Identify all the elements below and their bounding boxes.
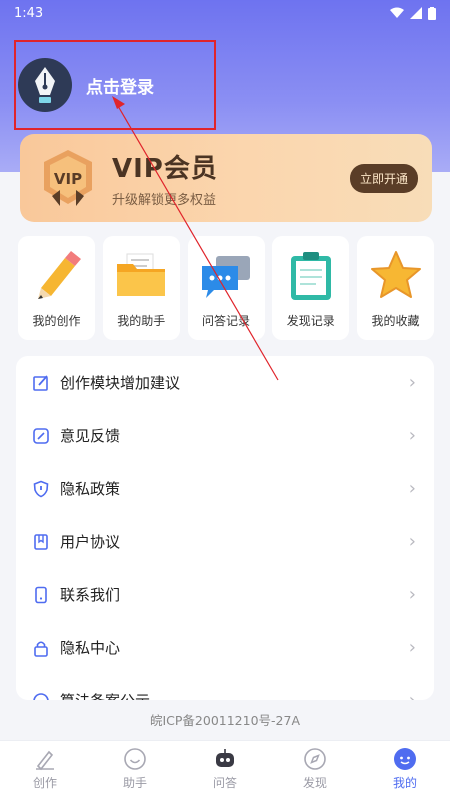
- quick-item-my-creations[interactable]: 我的创作: [18, 236, 95, 340]
- quick-item-my-favorites[interactable]: 我的收藏: [357, 236, 434, 340]
- menu-label: 用户协议: [60, 533, 121, 551]
- tab-label: 助手: [122, 776, 147, 790]
- menu-item-contact-us[interactable]: 联系我们 ›: [16, 568, 434, 621]
- menu-label: 意见反馈: [60, 427, 121, 445]
- tab-assistant[interactable]: 助手: [90, 741, 180, 800]
- tab-create[interactable]: 创作: [0, 741, 90, 800]
- vip-subtitle: 升级解锁更多权益: [112, 193, 217, 208]
- quick-item-discover-records[interactable]: 发现记录: [272, 236, 350, 340]
- vip-badge-icon: VIP: [44, 150, 92, 206]
- tab-discover[interactable]: 发现: [270, 741, 360, 800]
- chevron-right-icon: ›: [409, 690, 416, 700]
- tab-mine[interactable]: 我的: [360, 741, 450, 800]
- compass-icon: [304, 748, 326, 770]
- quick-label: 我的创作: [32, 314, 81, 328]
- menu-label: 隐私政策: [60, 480, 121, 498]
- menu-item-privacy-policy[interactable]: 隐私政策 ›: [16, 462, 434, 515]
- menu-item-user-agreement[interactable]: 用户协议 ›: [16, 515, 434, 568]
- chevron-right-icon: ›: [408, 584, 416, 605]
- lock-icon: [34, 640, 48, 657]
- wifi-icon: [390, 7, 404, 18]
- edit-icon: [33, 374, 48, 391]
- menu-label: 联系我们: [60, 586, 121, 604]
- avatar[interactable]: [18, 58, 72, 112]
- star-icon: [370, 251, 421, 298]
- menu-item-algorithm-filing[interactable]: 算法备案公示 ›: [16, 674, 434, 700]
- login-area[interactable]: 点击登录: [14, 40, 216, 130]
- quick-label: 发现记录: [286, 314, 335, 328]
- phone-icon: [35, 586, 47, 603]
- tab-label: 创作: [32, 776, 57, 790]
- chevron-right-icon: ›: [408, 478, 416, 499]
- shield-icon: [33, 480, 49, 497]
- login-prompt[interactable]: 点击登录: [86, 73, 154, 98]
- tab-label: 发现: [302, 776, 327, 790]
- menu-item-creation-suggestion[interactable]: 创作模块增加建议 ›: [16, 356, 434, 409]
- robot-icon: [216, 749, 234, 767]
- pen-icon: [36, 750, 54, 771]
- quick-label: 问答记录: [201, 314, 250, 328]
- vip-card[interactable]: VIP VIP会员 升级解锁更多权益 立即开通: [20, 134, 432, 222]
- signal-icon: [410, 7, 422, 19]
- tab-label: 我的: [392, 776, 417, 790]
- tab-qa[interactable]: 问答: [180, 741, 270, 800]
- battery-icon: [428, 6, 436, 20]
- feedback-icon: [33, 427, 49, 444]
- vip-title: VIP会员: [112, 154, 218, 184]
- menu-item-privacy-center[interactable]: 隐私中心 ›: [16, 621, 434, 674]
- vip-badge-text: VIP: [54, 170, 82, 188]
- algorithm-icon: [33, 692, 49, 700]
- profile-face-icon: [394, 748, 416, 770]
- chevron-right-icon: ›: [408, 425, 416, 446]
- bottom-tab-bar: 创作 助手 问答 发现 我的: [0, 740, 450, 800]
- status-time: 1:43: [14, 5, 44, 21]
- fountain-pen-icon: [35, 67, 55, 103]
- menu-label: 隐私中心: [60, 639, 121, 657]
- chevron-right-icon: ›: [408, 372, 416, 393]
- bookmark-icon: [34, 533, 48, 550]
- chevron-right-icon: ›: [408, 531, 416, 552]
- menu-label: 算法备案公示: [60, 690, 409, 700]
- quick-label: 我的收藏: [371, 314, 420, 328]
- quick-actions: 我的创作 我的助手 问答记录 发现记录 我的收藏: [18, 236, 434, 340]
- clipboard-icon: [290, 252, 331, 300]
- menu-item-feedback[interactable]: 意见反馈 ›: [16, 409, 434, 462]
- pencil-icon: [37, 251, 81, 299]
- smile-icon: [124, 748, 146, 770]
- quick-item-my-assistant[interactable]: 我的助手: [102, 236, 180, 340]
- icp-record-text: 皖ICP备20011210号-27A: [149, 713, 301, 728]
- quick-item-qa-records[interactable]: 问答记录: [187, 236, 265, 340]
- status-bar: 1:43: [0, 0, 450, 26]
- vip-activate-button[interactable]: 立即开通: [349, 163, 418, 193]
- chat-icon: [202, 256, 250, 298]
- settings-menu: 创作模块增加建议 › 意见反馈 › 隐私政策 › 用户协议 › 联系我们 › 隐…: [16, 356, 434, 700]
- folder-icon: [117, 253, 166, 296]
- quick-label: 我的助手: [117, 314, 166, 328]
- chevron-right-icon: ›: [408, 637, 416, 658]
- tab-label: 问答: [212, 776, 237, 790]
- menu-label: 创作模块增加建议: [60, 374, 181, 392]
